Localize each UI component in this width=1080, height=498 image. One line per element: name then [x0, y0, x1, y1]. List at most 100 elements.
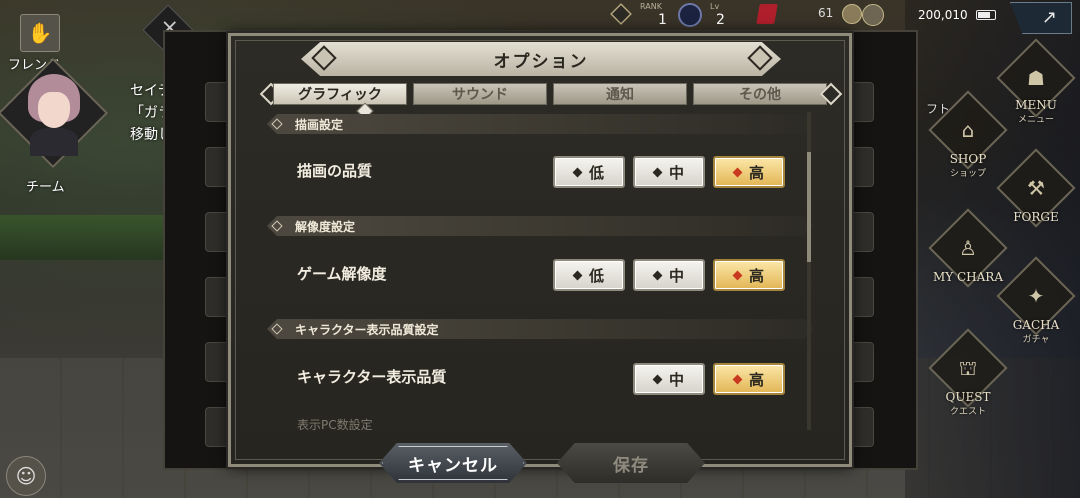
tab-label: サウンド: [452, 87, 508, 103]
scrollbar[interactable]: [807, 112, 811, 430]
gacha-label-jp: ガチャ: [1022, 335, 1050, 345]
rank-value: 1: [658, 12, 667, 28]
diamond-marker-icon: [572, 270, 583, 280]
tab-notification[interactable]: 通知: [553, 83, 687, 105]
quest-label-jp: クエスト: [949, 407, 986, 417]
option-label: 中: [668, 370, 684, 389]
quest-icon: ⛫: [958, 356, 978, 380]
section-header-drawing: 描画設定: [267, 114, 815, 134]
drawing-quality-low-button[interactable]: 低: [553, 156, 625, 188]
stamina-value: 61: [818, 6, 834, 20]
dialog-title-bar: オプション: [301, 42, 781, 76]
next-section-partial: 表示PC数設定: [297, 418, 373, 430]
item-icon[interactable]: [756, 4, 778, 24]
forge-button[interactable]: ⚒ FORGE: [996, 148, 1076, 230]
tab-label: その他: [739, 87, 781, 103]
level-display: Lv 2: [678, 0, 748, 30]
save-label: 保存: [613, 455, 649, 476]
tab-label: 通知: [606, 87, 634, 103]
section-title: 解像度設定: [295, 220, 356, 234]
tab-label: グラフィック: [298, 87, 382, 103]
quest-button[interactable]: ⛫ QUEST クエスト: [928, 328, 1008, 417]
tab-sound[interactable]: サウンド: [413, 83, 547, 105]
right-side-menu: ☗ MENU メニュー ⌂ SHOP ショップ ⚒ FORGE ♙ MY CHA…: [920, 38, 1080, 464]
menu-button[interactable]: ☗ MENU メニュー: [996, 38, 1076, 125]
section-header-character-quality: キャラクター表示品質設定: [267, 319, 815, 339]
option-label: 高: [748, 370, 764, 389]
option-label: 高: [748, 163, 764, 182]
tab-other[interactable]: その他: [693, 83, 827, 105]
character-quality-label: キャラクター表示品質: [297, 368, 447, 386]
resolution-high-button[interactable]: 高: [713, 259, 785, 291]
save-button[interactable]: 保存: [557, 443, 705, 483]
character-portrait: [24, 72, 84, 156]
menu-icon: ☗: [1027, 66, 1045, 90]
menu-label-jp: メニュー: [1017, 115, 1054, 125]
portrait-face: [38, 92, 70, 128]
level-label: Lv: [710, 2, 720, 11]
diamond-marker-icon: [652, 374, 663, 384]
forge-label: FORGE: [1013, 210, 1059, 224]
my-chara-label: MY CHARA: [932, 270, 1004, 284]
level-emblem-icon: [678, 3, 702, 27]
option-label: 低: [588, 163, 604, 182]
battery-icon: [976, 10, 996, 20]
diamond-marker-icon: [732, 374, 743, 384]
shop-icon: ⌂: [961, 118, 975, 142]
face-icon: ☺: [15, 464, 37, 488]
gacha-button[interactable]: ✦ GACHA ガチャ: [996, 256, 1076, 345]
settings-scroll-area[interactable]: 描画設定 描画の品質 低 中 高 解像度設定 ゲーム解像度 低 中 高 キャラク…: [267, 112, 815, 430]
diamond-marker-icon: [652, 270, 663, 280]
cancel-label: キャンセル: [408, 455, 498, 476]
anvil-icon: ⚒: [1027, 176, 1045, 200]
portrait-coat: [30, 128, 78, 156]
level-value: 2: [716, 12, 725, 28]
section-title: キャラクター表示品質設定: [295, 323, 439, 337]
character-icon: ♙: [959, 236, 977, 260]
handshake-icon: ✋: [20, 14, 60, 52]
drawing-quality-label: 描画の品質: [297, 162, 373, 180]
section-diamond-icon: [271, 323, 283, 335]
friend-button[interactable]: ✋ フレンド: [8, 14, 66, 73]
menu-label: MENU: [1015, 98, 1057, 112]
character-quality-mid-button[interactable]: 中: [633, 363, 705, 395]
gacha-label: GACHA: [1012, 318, 1060, 332]
quest-label: QUEST: [945, 390, 991, 404]
top-hud: RANK 1 Lv 2 61 200,010 ↗: [600, 0, 1080, 34]
hedge: [0, 215, 180, 260]
my-chara-button[interactable]: ♙ MY CHARA: [928, 208, 1008, 290]
drawing-quality-high-button[interactable]: 高: [713, 156, 785, 188]
option-label: 中: [668, 163, 684, 182]
rank-display: RANK 1: [610, 0, 670, 30]
shop-label: SHOP: [949, 152, 987, 166]
tab-bar: グラフィック サウンド 通知 その他: [259, 82, 843, 120]
shop-label-jp: ショップ: [949, 169, 986, 179]
rank-emblem-icon: [610, 3, 632, 25]
chat-button[interactable]: ☺: [6, 456, 46, 496]
shop-button[interactable]: ⌂ SHOP ショップ: [928, 90, 1008, 179]
diamond-marker-icon: [652, 167, 663, 177]
gacha-icon: ✦: [1027, 284, 1045, 308]
scrollbar-thumb[interactable]: [807, 152, 811, 262]
resolution-mid-button[interactable]: 中: [633, 259, 705, 291]
section-title: 描画設定: [295, 118, 344, 132]
resolution-low-button[interactable]: 低: [553, 259, 625, 291]
option-label: 低: [588, 266, 604, 285]
cancel-button[interactable]: キャンセル: [379, 443, 527, 483]
character-quality-high-button[interactable]: 高: [713, 363, 785, 395]
team-label: チーム: [26, 180, 65, 195]
add-currency-icon[interactable]: [842, 4, 862, 24]
drawing-quality-mid-button[interactable]: 中: [633, 156, 705, 188]
diamond-marker-icon: [732, 167, 743, 177]
option-label: 中: [668, 266, 684, 285]
game-resolution-label: ゲーム解像度: [297, 265, 387, 283]
section-diamond-icon: [271, 220, 283, 232]
team-button[interactable]: チーム: [0, 57, 110, 196]
rank-label: RANK: [640, 2, 662, 11]
dialog-title: オプション: [493, 51, 589, 72]
diamond-marker-icon: [572, 167, 583, 177]
expand-menu-button[interactable]: ↗: [1010, 2, 1072, 34]
tab-graphic[interactable]: グラフィック: [273, 83, 407, 105]
money-value: 200,010: [918, 8, 968, 22]
options-dialog: オプション グラフィック サウンド 通知 その他 描画設定 描画の品質 低 中 …: [228, 33, 852, 483]
